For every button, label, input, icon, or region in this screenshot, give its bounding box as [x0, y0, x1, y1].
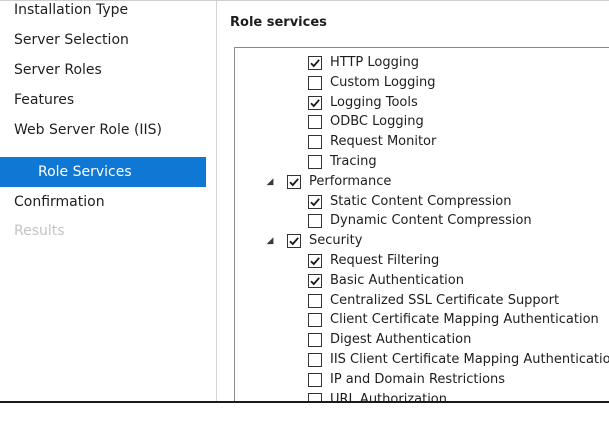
nav-item-results: Results [0, 216, 206, 246]
checkbox-unchecked[interactable] [308, 155, 322, 169]
tree-item-label: URL Authorization [330, 391, 447, 403]
checkbox-unchecked[interactable] [308, 75, 322, 90]
tree-item-label: IIS Client Certificate Mapping Authentic… [330, 352, 609, 367]
tree-item-label: Digest Authentication [330, 332, 472, 348]
tree-row[interactable]: Tracing [235, 152, 609, 172]
tree-item-label: Client Certificate Mapping Authenticatio… [330, 312, 599, 328]
checkbox-checked[interactable] [287, 234, 301, 249]
tree-item-label: ODBC Logging [330, 114, 424, 130]
tree-item-label: Static Content Compression [330, 193, 512, 209]
checkbox-unchecked[interactable] [308, 313, 322, 328]
tree-item-label: Centralized SSL Certificate Support [330, 292, 560, 308]
checkbox-unchecked[interactable] [308, 333, 322, 348]
nav-item-web-server-role[interactable]: Web Server Role (IIS) [0, 115, 206, 145]
tree-item-label: Performance [309, 173, 392, 189]
tree-row[interactable]: Digest Authentication [235, 330, 609, 350]
tree-item-label: Logging Tools [330, 94, 418, 110]
tree-item-label: IP and Domain Restrictions [330, 371, 506, 387]
checkbox-checked[interactable] [308, 95, 322, 110]
tree-row[interactable]: Client Certificate Mapping Authenticatio… [235, 310, 609, 330]
tree-item-label: Request Filtering [330, 253, 440, 268]
tree-row[interactable]: Static Content Compression [235, 192, 609, 212]
checkbox-unchecked[interactable] [308, 392, 322, 401]
tree-row[interactable]: Dynamic Content Compression [235, 211, 609, 231]
tree-row[interactable]: Request Filtering [235, 251, 609, 271]
tree-item-label: Dynamic Content Compression [330, 213, 532, 229]
tree-item-label: Tracing [330, 154, 377, 169]
tree-row[interactable]: IP and Domain Restrictions [235, 370, 609, 390]
nav-divider [216, 1, 217, 401]
nav-item-features[interactable]: Features [0, 85, 206, 115]
tree-row[interactable]: ◢ Security [235, 231, 609, 251]
tree-row[interactable]: Basic Authentication [235, 271, 609, 291]
nav-item-label: Web Server Role (IIS) [14, 122, 163, 138]
nav-item-installation-type[interactable]: Installation Type [0, 1, 206, 25]
wizard-nav: Installation Type Server Selection Serve… [0, 1, 206, 401]
nav-item-label: Installation Type [14, 2, 129, 18]
tree-row[interactable]: ◢ Performance [235, 172, 609, 192]
checkbox-unchecked[interactable] [308, 115, 322, 130]
nav-item-server-roles[interactable]: Server Roles [0, 55, 206, 85]
checkbox-unchecked[interactable] [308, 214, 322, 229]
checkbox-unchecked[interactable] [308, 353, 322, 367]
role-services-tree[interactable]: HTTP Logging Custom Logging Logging Tools O… [234, 47, 609, 403]
tree-item-label: HTTP Logging [330, 55, 419, 70]
nav-item-server-selection[interactable]: Server Selection [0, 25, 206, 55]
tree-row[interactable]: IIS Client Certificate Mapping Authentic… [235, 350, 609, 370]
wizard-window: Installation Type Server Selection Serve… [0, 0, 609, 403]
nav-item-role-services[interactable]: Role Services [0, 157, 206, 187]
collapse-arrow-icon[interactable]: ◢ [265, 231, 275, 251]
checkbox-checked[interactable] [308, 194, 322, 209]
nav-item-label: Results [14, 223, 65, 239]
checkbox-unchecked[interactable] [308, 135, 322, 150]
tree-row[interactable]: HTTP Logging [235, 53, 609, 73]
nav-item-label: Features [14, 92, 75, 108]
checkbox-checked[interactable] [308, 254, 322, 268]
nav-item-label: Server Selection [14, 32, 129, 48]
checkbox-checked[interactable] [308, 273, 322, 288]
tree-row[interactable]: Logging Tools [235, 93, 609, 113]
tree-item-label: Security [309, 233, 363, 249]
tree-row[interactable]: URL Authorization [235, 390, 609, 403]
nav-item-confirmation[interactable]: Confirmation [0, 187, 206, 217]
checkbox-unchecked[interactable] [308, 293, 322, 308]
checkbox-checked[interactable] [308, 56, 322, 70]
tree-row[interactable]: Request Monitor [235, 132, 609, 152]
page-title: Role services [230, 15, 327, 30]
tree-item-label: Basic Authentication [330, 272, 464, 288]
checkbox-checked[interactable] [287, 174, 301, 189]
tree-row[interactable]: Custom Logging [235, 73, 609, 93]
checkbox-unchecked[interactable] [308, 372, 322, 387]
tree-item-label: Custom Logging [330, 74, 436, 90]
tree-row[interactable]: ODBC Logging [235, 112, 609, 132]
collapse-arrow-icon[interactable]: ◢ [265, 172, 275, 192]
nav-item-label: Confirmation [14, 194, 105, 210]
nav-item-label: Role Services [38, 164, 132, 180]
tree-row[interactable]: Centralized SSL Certificate Support [235, 291, 609, 311]
nav-item-label: Server Roles [14, 62, 102, 78]
tree-item-label: Request Monitor [330, 134, 437, 150]
